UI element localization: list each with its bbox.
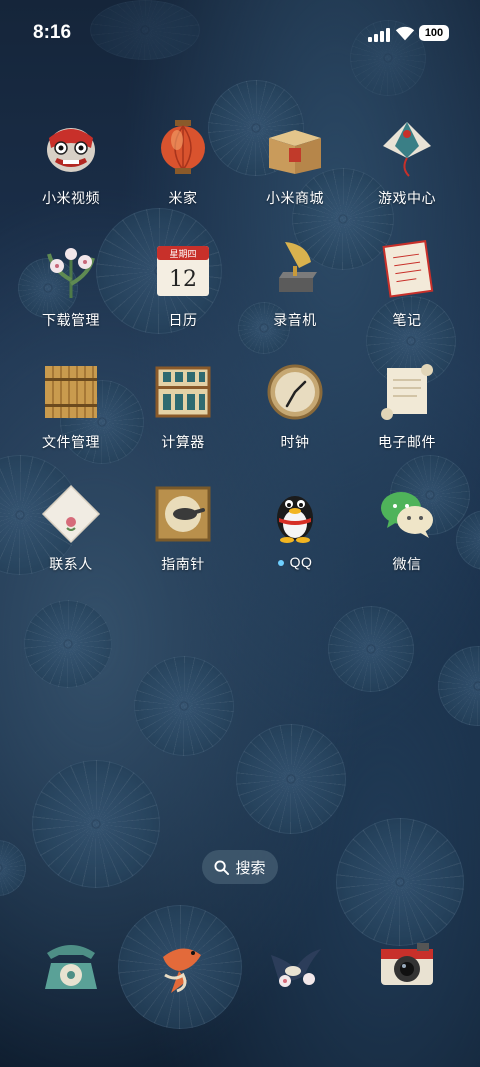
app-game-center[interactable]: 游戏中心 xyxy=(352,118,462,208)
app-qq[interactable]: QQ xyxy=(240,484,350,570)
rotary-phone-icon xyxy=(41,935,101,995)
app-calendar[interactable]: 星期四 12 日历 xyxy=(128,240,238,330)
calendar-day: 12 xyxy=(169,267,197,292)
app-wechat[interactable]: 微信 xyxy=(352,484,462,574)
dock-phone[interactable] xyxy=(16,935,126,995)
status-bar: 8:16 100 xyxy=(0,0,480,66)
handkerchief-icon xyxy=(41,484,101,544)
app-calculator[interactable]: 计算器 xyxy=(128,362,238,452)
clock-icon xyxy=(265,362,325,422)
cellular-signal-icon xyxy=(368,26,390,42)
new-indicator-dot xyxy=(277,560,284,567)
swallow-bird-icon xyxy=(265,935,325,995)
search-icon xyxy=(214,859,230,875)
paper-scroll-icon xyxy=(377,362,437,422)
app-label: 电子邮件 xyxy=(378,434,436,450)
qq-penguin-icon xyxy=(265,484,325,544)
app-label-text: QQ xyxy=(289,554,313,570)
dock-camera[interactable] xyxy=(352,935,462,995)
dock-messages[interactable] xyxy=(128,935,238,995)
wechat-icon xyxy=(377,484,437,544)
search-label: 搜索 xyxy=(235,859,266,877)
app-file-manager[interactable]: 文件管理 xyxy=(16,362,126,452)
app-clock[interactable]: 时钟 xyxy=(240,362,350,452)
kite-icon xyxy=(377,118,437,178)
app-label: QQ xyxy=(240,554,350,570)
app-contacts[interactable]: 联系人 xyxy=(16,484,126,574)
camera-icon xyxy=(377,935,437,995)
app-mijia[interactable]: 米家 xyxy=(128,118,238,208)
app-recorder[interactable]: 录音机 xyxy=(240,240,350,330)
compass-icon xyxy=(153,484,213,544)
app-label: 游戏中心 xyxy=(378,190,436,206)
app-label: 笔记 xyxy=(392,312,422,328)
app-compass[interactable]: 指南针 xyxy=(128,484,238,574)
orchid-icon xyxy=(41,240,101,300)
app-label: 小米商城 xyxy=(266,190,324,206)
koi-fish-icon xyxy=(153,935,213,995)
bamboo-scroll-icon xyxy=(41,362,101,422)
app-label: 文件管理 xyxy=(42,434,100,450)
dock-browser[interactable] xyxy=(240,935,350,995)
letter-paper-icon xyxy=(377,240,437,300)
abacus-icon xyxy=(153,362,213,422)
app-label: 联系人 xyxy=(49,556,93,572)
battery-icon: 100 xyxy=(419,25,449,41)
app-label: 微信 xyxy=(392,556,422,572)
app-label: 日历 xyxy=(168,312,198,328)
app-label: 小米视频 xyxy=(42,190,100,206)
calendar-weekday: 星期四 xyxy=(169,249,196,260)
app-label: 录音机 xyxy=(273,312,317,328)
gift-box-icon xyxy=(265,118,325,178)
calendar-icon: 星期四 12 xyxy=(153,240,213,300)
app-downloads[interactable]: 下载管理 xyxy=(16,240,126,330)
app-label: 时钟 xyxy=(280,434,310,450)
wifi-icon xyxy=(395,26,415,41)
status-time: 8:16 xyxy=(33,22,72,43)
app-label: 米家 xyxy=(168,190,198,206)
app-email[interactable]: 电子邮件 xyxy=(352,362,462,452)
app-mi-store[interactable]: 小米商城 xyxy=(240,118,350,208)
app-label: 计算器 xyxy=(161,434,205,450)
app-mi-video[interactable]: 小米视频 xyxy=(16,118,126,208)
app-notes[interactable]: 笔记 xyxy=(352,240,462,330)
lion-dance-icon xyxy=(41,118,101,178)
search-button[interactable]: 搜索 xyxy=(202,850,278,884)
gramophone-icon xyxy=(265,240,325,300)
lantern-icon xyxy=(153,118,213,178)
app-label: 指南针 xyxy=(161,556,205,572)
app-label: 下载管理 xyxy=(42,312,100,328)
